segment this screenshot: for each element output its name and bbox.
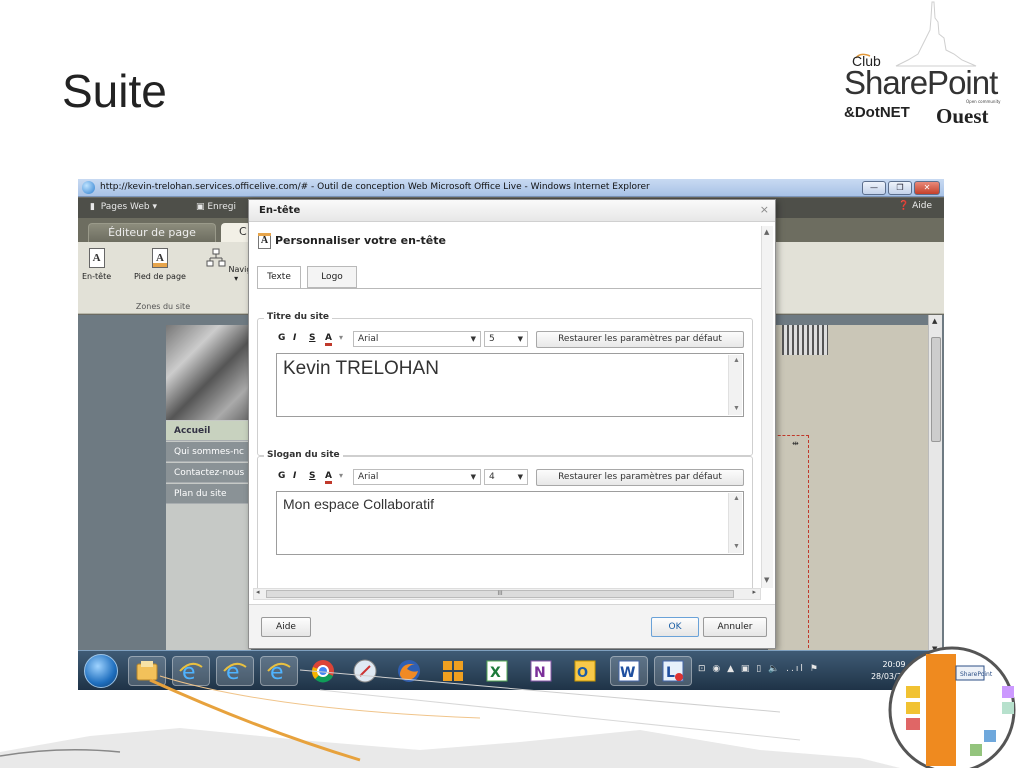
- help-link[interactable]: ❓ Aide: [898, 201, 932, 211]
- font-family-select[interactable]: Arial ▼: [353, 469, 481, 485]
- browser-title: http://kevin-trelohan.services.officeliv…: [100, 182, 650, 192]
- minimize-button[interactable]: —: [862, 181, 886, 195]
- logo-ouest: Ouest: [936, 104, 989, 128]
- textarea-scrollbar[interactable]: ▲ ▼: [728, 355, 742, 415]
- selection-outline-side: [808, 435, 809, 658]
- site-header-grille: [782, 325, 828, 355]
- ie-globe-icon: [82, 181, 95, 194]
- scroll-up-icon[interactable]: ▲: [764, 228, 769, 236]
- font-family-select[interactable]: Arial ▼: [353, 331, 481, 347]
- menu-pages-web[interactable]: ▮ Pages Web ▾: [90, 202, 157, 212]
- menu-save[interactable]: ▣ Enregi: [196, 202, 236, 212]
- logo-sharepoint: SharePoint: [844, 64, 998, 101]
- svg-text:SharePoint: SharePoint: [960, 671, 993, 678]
- restore-defaults-button[interactable]: Restaurer les paramètres par défaut: [536, 469, 744, 486]
- tab-logo[interactable]: Logo: [307, 266, 357, 288]
- help-button[interactable]: Aide: [261, 617, 311, 637]
- font-size-select[interactable]: 4 ▼: [484, 469, 528, 485]
- scroll-right-icon[interactable]: ▸: [752, 588, 756, 596]
- maximize-button[interactable]: ❐: [888, 181, 912, 195]
- site-header-photo: [166, 325, 251, 420]
- font-color-button[interactable]: A: [325, 333, 332, 346]
- resize-handle-icon[interactable]: ⇹: [792, 439, 799, 448]
- cancel-button[interactable]: Annuler: [703, 617, 767, 637]
- slide-title: Suite: [62, 65, 167, 117]
- slide: Suite Club SharePoint Open community &Do…: [0, 0, 1024, 768]
- club-logo: Club SharePoint Open community &DotNET O…: [836, 0, 1006, 140]
- header-doc-icon: A: [258, 233, 271, 249]
- site-menu-item-plan-du-site[interactable]: Plan du site: [166, 484, 251, 504]
- site-title-legend: Titre du site: [264, 312, 333, 322]
- tab-other[interactable]: C: [221, 223, 251, 242]
- dialog-vertical-scrollbar[interactable]: ▲ ▼: [761, 226, 773, 588]
- bold-button[interactable]: G: [278, 333, 285, 343]
- header-dialog: En-tête × A Personnaliser votre en-tête T…: [248, 199, 776, 649]
- browser-vertical-scrollbar[interactable]: ▲ ▼: [928, 315, 942, 658]
- italic-button[interactable]: I: [293, 471, 296, 481]
- scroll-left-icon[interactable]: ◂: [256, 588, 260, 596]
- slogan-input[interactable]: Mon espace Collaboratif ▲ ▼: [276, 491, 744, 555]
- underline-button[interactable]: S: [309, 471, 315, 481]
- navigation-icon: [206, 248, 226, 267]
- footer-doc-icon: A: [151, 248, 168, 268]
- horizontal-scroll-thumb[interactable]: III: [266, 590, 734, 598]
- site-menu-item-contactez-nous[interactable]: Contactez-nous: [166, 463, 251, 483]
- header-ribbon-button[interactable]: A En-tête: [82, 248, 111, 281]
- underline-button[interactable]: S: [309, 333, 315, 343]
- tab-page-editor[interactable]: Éditeur de page: [88, 223, 216, 242]
- dialog-horizontal-scrollbar[interactable]: ◂ III ▸: [253, 588, 761, 600]
- italic-button[interactable]: I: [293, 333, 296, 343]
- selection-outline-top: [773, 435, 809, 436]
- footer-ribbon-button[interactable]: A Pied de page: [134, 248, 186, 281]
- font-color-button[interactable]: A: [325, 471, 332, 484]
- ok-button[interactable]: OK: [651, 617, 699, 637]
- logo-dotnet: &DotNET: [844, 104, 910, 121]
- slogan-fieldset: Slogan du site G I S A ▾ Arial ▼ 4 ▼ Resta…: [257, 450, 753, 594]
- slogan-legend: Slogan du site: [264, 450, 343, 460]
- site-menu-item-accueil[interactable]: Accueil: [166, 421, 251, 441]
- scroll-up-icon[interactable]: ▲: [932, 317, 937, 325]
- dialog-close-icon[interactable]: ×: [760, 203, 769, 216]
- scroll-down-icon[interactable]: ▼: [764, 576, 769, 584]
- ribbon-group-label: Zones du site: [135, 302, 191, 311]
- bottom-decoration: [0, 669, 900, 768]
- close-window-button[interactable]: ✕: [914, 181, 940, 195]
- site-title-input[interactable]: Kevin TRELOHAN ▲ ▼: [276, 353, 744, 417]
- chevron-down-icon: ▼: [517, 473, 523, 481]
- tab-divider: [257, 288, 761, 289]
- color-dropdown-icon[interactable]: ▾: [339, 471, 343, 480]
- chevron-down-icon: ▼: [470, 335, 476, 343]
- color-dropdown-icon[interactable]: ▾: [339, 333, 343, 342]
- sharepoint-badge: SharePoint: [888, 646, 1016, 768]
- site-menu-item-qui-sommes-nous[interactable]: Qui sommes-nc: [166, 442, 251, 462]
- scroll-thumb[interactable]: [931, 337, 941, 442]
- dialog-titlebar: En-tête ×: [249, 200, 775, 222]
- chevron-down-icon: ▼: [517, 335, 523, 343]
- chevron-down-icon: ▼: [470, 473, 476, 481]
- dialog-title: En-tête: [259, 205, 301, 216]
- restore-defaults-button[interactable]: Restaurer les paramètres par défaut: [536, 331, 744, 348]
- site-title-fieldset: Titre du site G I S A ▾ Arial ▼ 5 ▼ Restau…: [257, 312, 753, 456]
- tab-texte[interactable]: Texte: [257, 266, 301, 289]
- site-right-column: [768, 325, 928, 658]
- dialog-heading: A Personnaliser votre en-tête: [258, 233, 446, 249]
- font-size-select[interactable]: 5 ▼: [484, 331, 528, 347]
- textarea-scrollbar[interactable]: ▲ ▼: [728, 493, 742, 553]
- browser-titlebar: http://kevin-trelohan.services.officeliv…: [78, 179, 944, 197]
- header-doc-icon: A: [88, 248, 105, 268]
- bold-button[interactable]: G: [278, 471, 285, 481]
